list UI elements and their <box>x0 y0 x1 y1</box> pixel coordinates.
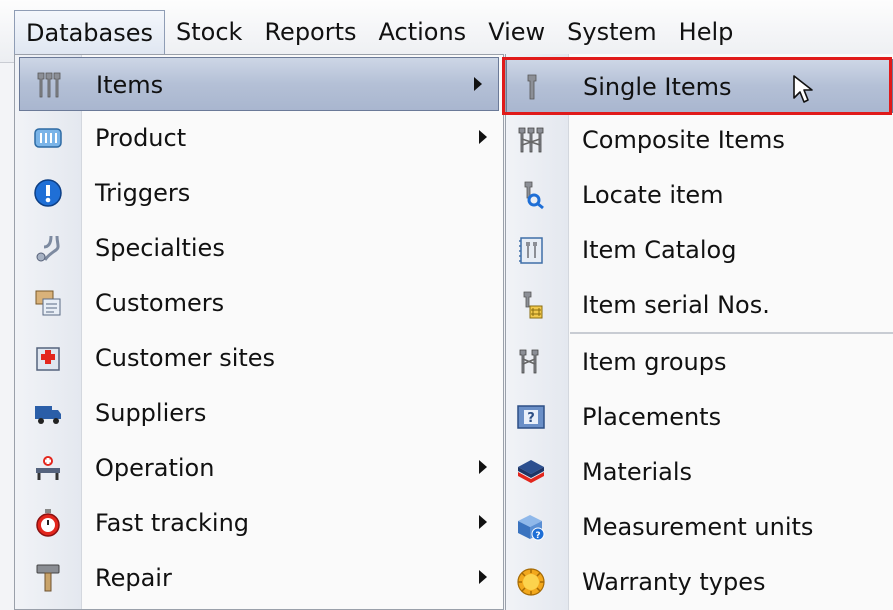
serial-icon <box>516 290 546 320</box>
placements-icon: ? <box>516 402 546 432</box>
menu-item-fast-tracking[interactable]: Fast tracking <box>15 496 503 550</box>
menu-item-label: Customer sites <box>95 344 276 372</box>
hospital-icon <box>33 343 63 373</box>
hammer-icon <box>33 563 63 593</box>
submenu-item-label: Warranty types <box>582 568 766 596</box>
measurement-icon: ? <box>516 512 546 542</box>
submenu-item-composite-items[interactable]: Composite Items <box>506 113 893 167</box>
menu-actions[interactable]: Actions <box>368 12 478 52</box>
submenu-item-placements[interactable]: ? Placements <box>506 390 893 444</box>
submenu-item-measurement-units[interactable]: ? Measurement units <box>506 500 893 554</box>
submenu-item-label: Composite Items <box>582 126 785 154</box>
stethoscope-icon <box>33 233 63 263</box>
submenu-item-locate-item[interactable]: Locate item <box>506 168 893 222</box>
submenu-arrow-icon <box>479 460 487 474</box>
stopwatch-icon <box>33 508 63 538</box>
databases-dropdown: Items Product Triggers Specialties Custo… <box>14 54 504 610</box>
svg-text:?: ? <box>527 411 535 426</box>
submenu-item-warranty-types[interactable]: Warranty types <box>506 555 893 609</box>
submenu-item-label: Item Catalog <box>582 236 737 264</box>
submenu-separator <box>570 332 893 334</box>
info-icon <box>33 178 63 208</box>
catalog-icon <box>516 235 546 265</box>
menu-item-operation[interactable]: Operation <box>15 441 503 495</box>
menu-item-triggers[interactable]: Triggers <box>15 166 503 220</box>
submenu-item-label: Item groups <box>582 348 727 376</box>
menu-item-repair[interactable]: Repair <box>15 551 503 605</box>
menu-item-label: Product <box>95 124 187 152</box>
submenu-item-item-catalog[interactable]: Item Catalog <box>506 223 893 277</box>
menu-stock[interactable]: Stock <box>165 12 253 52</box>
menu-item-label: Operation <box>95 454 215 482</box>
svg-text:?: ? <box>535 531 540 541</box>
menu-reports[interactable]: Reports <box>253 12 367 52</box>
menu-item-label: Items <box>96 71 164 99</box>
menu-view[interactable]: View <box>477 12 556 52</box>
menu-item-label: Triggers <box>95 179 191 207</box>
submenu-arrow-icon <box>479 130 487 144</box>
submenu-item-label: Measurement units <box>582 513 814 541</box>
submenu-item-label: Item serial Nos. <box>582 291 770 319</box>
menu-item-label: Fast tracking <box>95 509 250 537</box>
operation-icon <box>33 453 63 483</box>
submenu-item-materials[interactable]: Materials <box>506 445 893 499</box>
menu-item-suppliers[interactable]: Suppliers <box>15 386 503 440</box>
menu-item-label: Specialties <box>95 234 225 262</box>
submenu-item-label: Placements <box>582 403 722 431</box>
menu-item-label: Suppliers <box>95 399 207 427</box>
menu-item-label: Repair <box>95 564 172 592</box>
submenu-item-label: Locate item <box>582 181 724 209</box>
menu-databases[interactable]: Databases <box>14 9 166 55</box>
item-groups-icon <box>516 347 546 377</box>
menu-help[interactable]: Help <box>668 12 745 52</box>
warranty-icon <box>516 567 546 597</box>
menu-item-customers[interactable]: Customers <box>15 276 503 330</box>
highlight-callout-box <box>502 57 892 115</box>
customers-icon <box>33 288 63 318</box>
menu-item-specialties[interactable]: Specialties <box>15 221 503 275</box>
materials-icon <box>516 457 546 487</box>
menu-item-product[interactable]: Product <box>15 111 503 165</box>
menu-item-items[interactable]: Items <box>19 57 499 111</box>
product-icon <box>33 123 63 153</box>
menu-system[interactable]: System <box>556 12 668 52</box>
composite-items-icon <box>516 125 546 155</box>
locate-item-icon <box>516 180 546 210</box>
truck-icon <box>33 398 63 428</box>
submenu-item-label: Materials <box>582 458 693 486</box>
submenu-arrow-icon <box>479 515 487 529</box>
items-submenu: Single Items Composite Items Locate item… <box>505 54 893 610</box>
submenu-arrow-icon <box>479 570 487 584</box>
menu-item-customer-sites[interactable]: Customer sites <box>15 331 503 385</box>
submenu-item-item-groups[interactable]: Item groups <box>506 335 893 389</box>
menu-item-label: Customers <box>95 289 225 317</box>
submenu-arrow-icon <box>474 77 482 91</box>
mouse-cursor-icon <box>792 74 814 108</box>
items-icon <box>34 70 64 100</box>
submenu-item-item-serial-nos[interactable]: Item serial Nos. <box>506 278 893 332</box>
